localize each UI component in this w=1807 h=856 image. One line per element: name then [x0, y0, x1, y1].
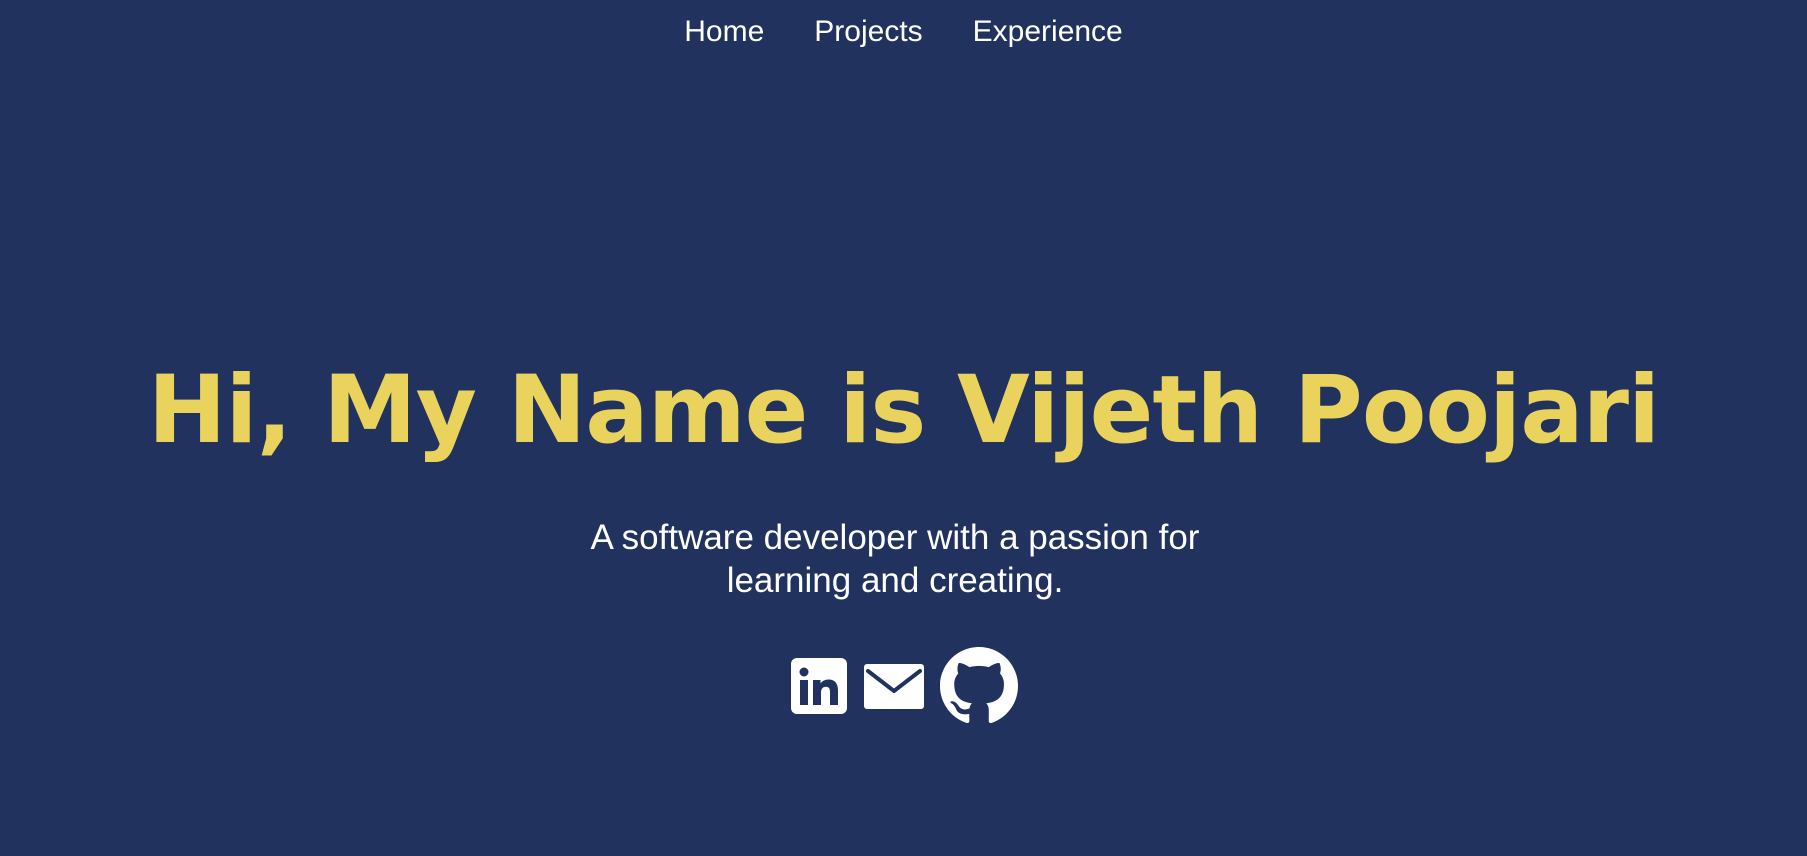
nav-experience-link[interactable]: Experience — [973, 14, 1123, 50]
hero-subtitle: A software developer with a passion for … — [590, 518, 1200, 600]
email-link[interactable] — [858, 657, 930, 715]
social-links — [0, 647, 1807, 725]
nav-home-link[interactable]: Home — [684, 14, 764, 50]
page: Home Projects Experience Hi, My Name is … — [0, 0, 1807, 856]
nav-projects-link[interactable]: Projects — [814, 14, 922, 50]
github-link[interactable] — [939, 647, 1018, 725]
top-nav: Home Projects Experience — [0, 14, 1807, 50]
linkedin-icon — [790, 658, 847, 714]
email-icon — [863, 664, 924, 709]
hero-title: Hi, My Name is Vijeth Poojari — [147, 356, 1660, 465]
linkedin-link[interactable] — [790, 657, 848, 715]
github-icon — [939, 647, 1018, 724]
